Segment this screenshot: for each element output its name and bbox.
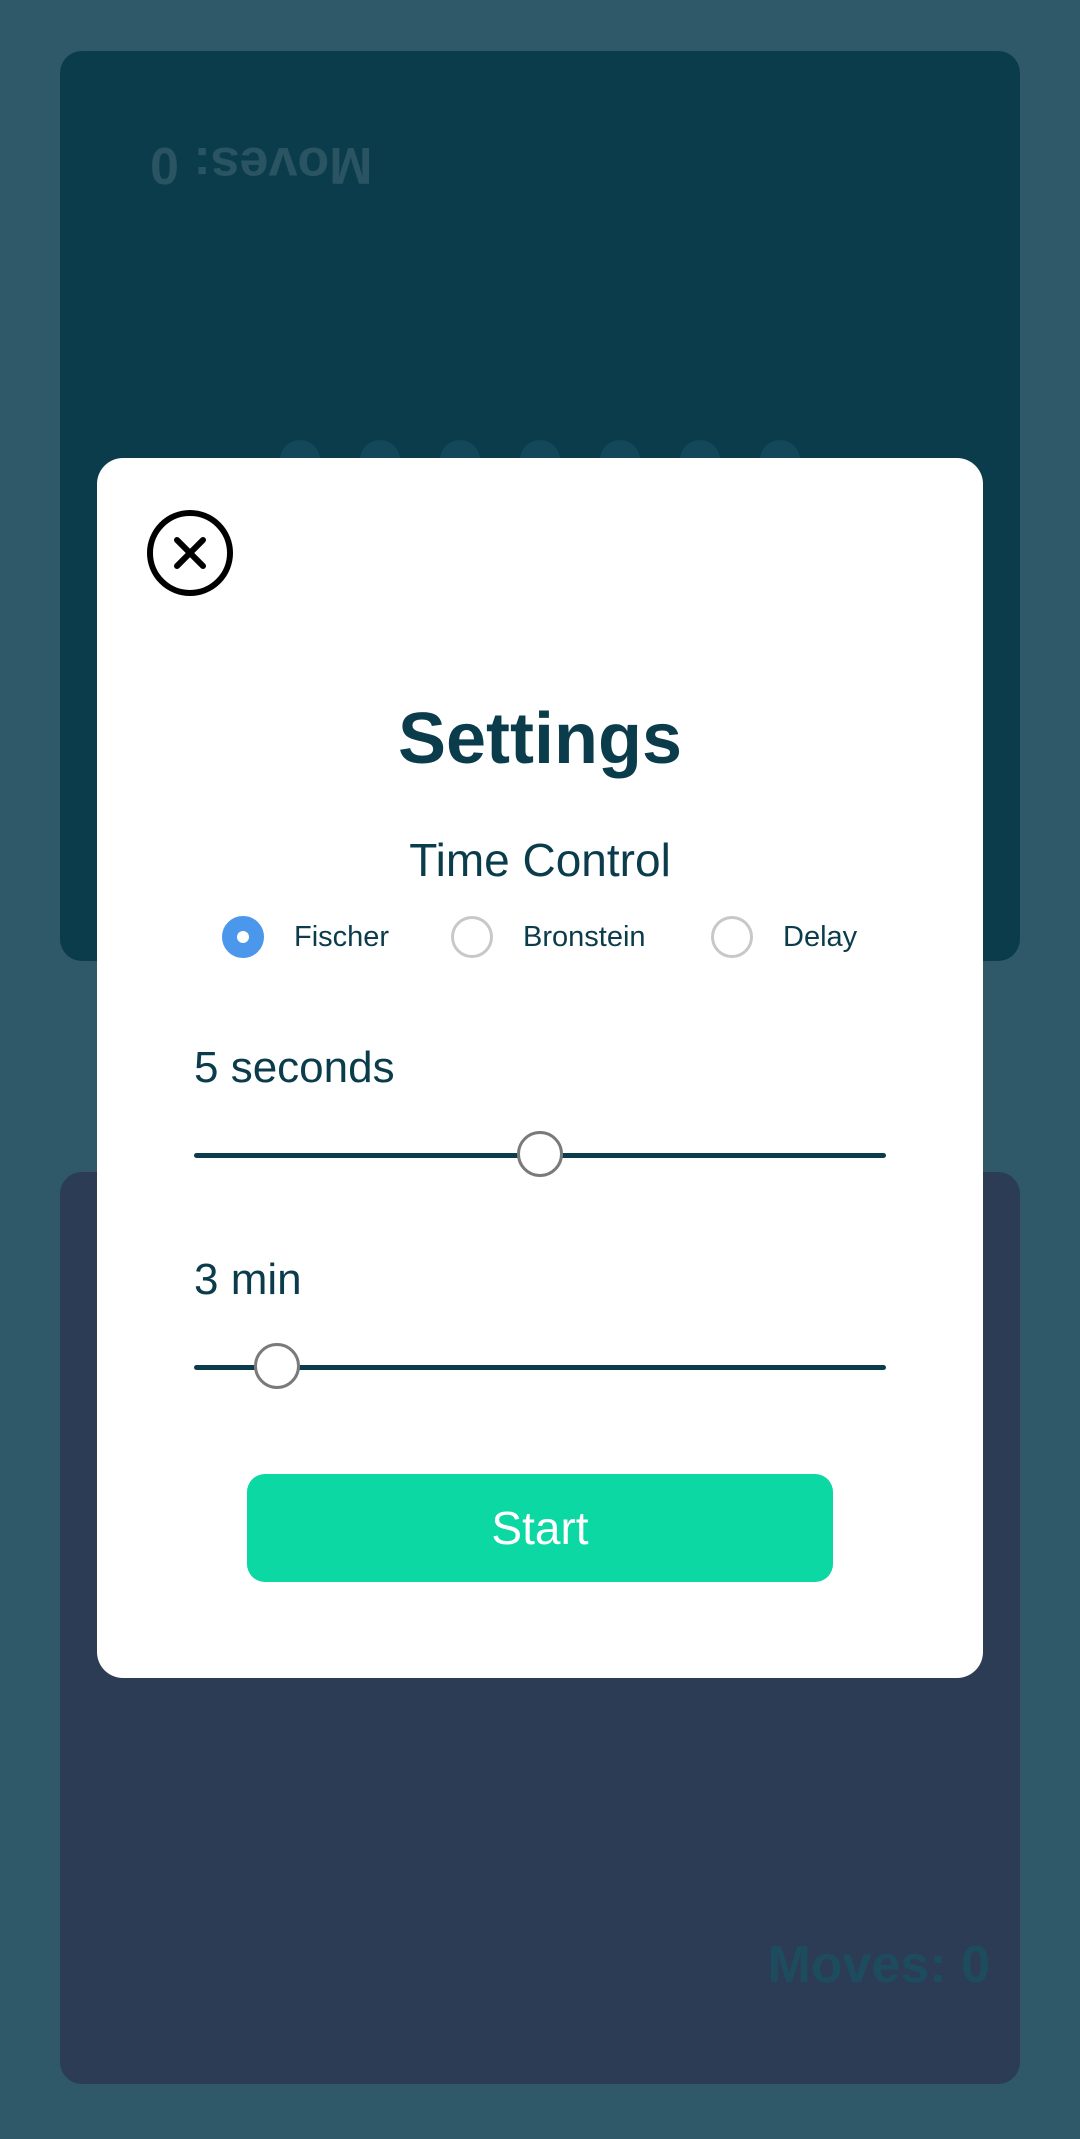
radio-fischer[interactable]: Fischer xyxy=(222,916,389,958)
radio-fischer-label: Fischer xyxy=(294,920,390,953)
base-time-slider[interactable] xyxy=(194,1343,886,1393)
radio-delay-label: Delay xyxy=(783,920,858,953)
settings-dialog: Settings Time Control Fischer Bronstein … xyxy=(97,458,983,1678)
radio-delay[interactable]: Delay xyxy=(711,916,857,958)
radio-bronstein-label: Bronstein xyxy=(523,920,646,953)
radio-fischer-indicator[interactable] xyxy=(222,916,264,958)
base-time-slider-thumb[interactable] xyxy=(254,1343,301,1389)
radio-delay-indicator[interactable] xyxy=(711,916,753,958)
close-button[interactable] xyxy=(147,510,233,596)
increment-slider-thumb[interactable] xyxy=(517,1131,563,1177)
increment-slider[interactable] xyxy=(194,1131,886,1181)
dialog-title: Settings xyxy=(397,699,683,779)
top-moves-counter: Moves: 0 xyxy=(150,136,373,194)
bottom-moves-counter: Moves: 0 xyxy=(767,1936,990,1994)
time-control-label: Time Control xyxy=(409,834,671,886)
base-time-value-label: 3 min xyxy=(194,1255,302,1304)
close-circle-icon xyxy=(174,537,206,569)
radio-bronstein[interactable]: Bronstein xyxy=(451,916,646,958)
radio-bronstein-indicator[interactable] xyxy=(451,916,493,958)
start-button[interactable]: Start xyxy=(247,1474,833,1582)
increment-value-label: 5 seconds xyxy=(194,1043,395,1092)
